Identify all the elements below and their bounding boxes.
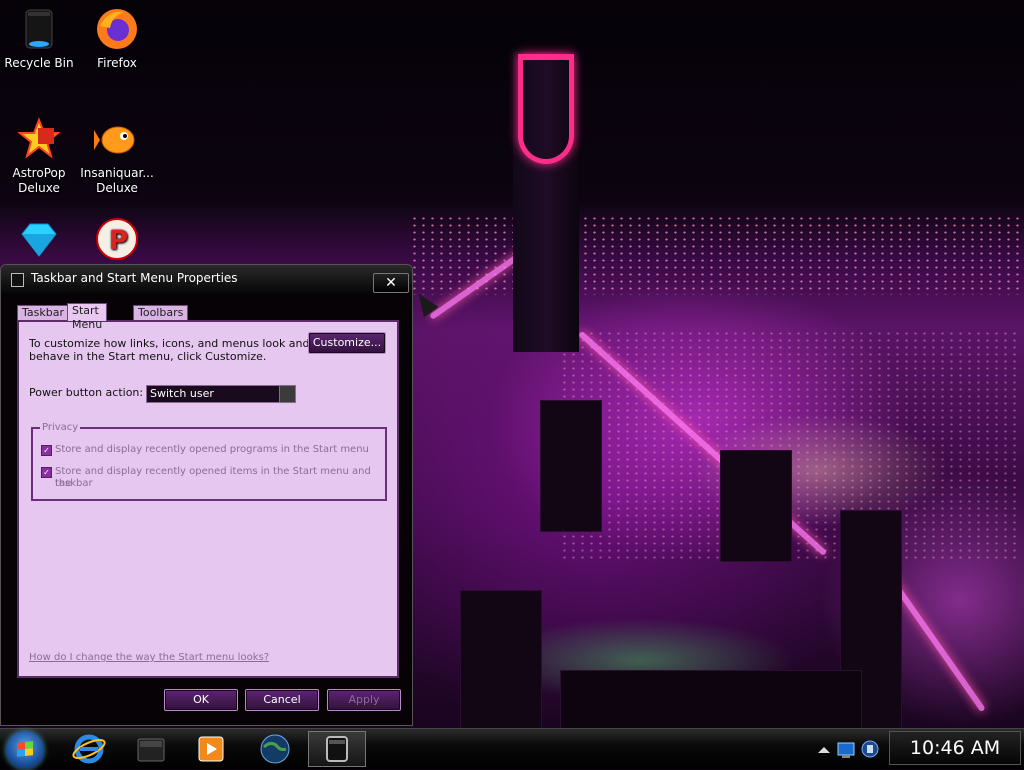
system-tray xyxy=(812,733,886,765)
building xyxy=(720,450,792,562)
desktop-icon-label: AstroPop xyxy=(12,166,66,180)
city-lights xyxy=(410,215,1024,295)
network-icon[interactable] xyxy=(837,742,855,758)
taskbar-globe[interactable] xyxy=(250,731,300,767)
items-checkbox[interactable]: ✓ xyxy=(41,467,52,478)
taskbar-internet-explorer[interactable] xyxy=(64,731,114,767)
desktop-icon-recycle-bin[interactable]: Recycle Bin xyxy=(1,6,77,71)
desktop-icon-astropop[interactable]: AstroPop Deluxe xyxy=(1,116,77,196)
intro-text-line2: behave in the Start menu, click Customiz… xyxy=(29,350,267,363)
chevron-down-icon[interactable] xyxy=(279,386,295,402)
privacy-legend: Privacy xyxy=(40,422,81,433)
taskbar-properties-dialog: Taskbar and Start Menu Properties ✕ Task… xyxy=(0,264,413,726)
taskbar-properties-window[interactable] xyxy=(308,731,366,767)
volume-icon[interactable] xyxy=(861,740,879,758)
close-button[interactable]: ✕ xyxy=(373,273,409,293)
desktop-icon-insaniquarium[interactable]: Insaniquar... Deluxe xyxy=(79,116,155,196)
desktop-icon-label: Firefox xyxy=(97,56,137,70)
taskbar-media-player[interactable] xyxy=(186,731,236,767)
window-icon xyxy=(326,736,348,762)
help-link[interactable]: How do I change the way the Start menu l… xyxy=(29,652,269,663)
desktop-icon-label: Deluxe xyxy=(18,181,60,195)
peggle-icon: P xyxy=(94,216,140,262)
dialog-titlebar[interactable]: Taskbar and Start Menu Properties ✕ xyxy=(1,265,412,293)
tab-toolbars[interactable]: Toolbars xyxy=(133,305,189,320)
building xyxy=(560,670,862,728)
svg-text:P: P xyxy=(109,226,128,256)
dialog-title: Taskbar and Start Menu Properties xyxy=(31,271,238,285)
apply-button: Apply xyxy=(327,689,401,711)
ok-button[interactable]: OK xyxy=(164,689,238,711)
power-button-select[interactable]: Switch user xyxy=(146,385,296,403)
media-player-icon xyxy=(198,736,224,762)
start-menu-panel: To customize how links, icons, and menus… xyxy=(17,320,399,678)
recycle-bin-icon xyxy=(16,6,62,52)
building xyxy=(540,400,602,532)
intro-text-line1: To customize how links, icons, and menus… xyxy=(29,337,310,350)
items-checkbox-label-line1: Store and display recently opened items … xyxy=(55,466,371,489)
astropop-icon xyxy=(16,116,62,162)
tab-taskbar[interactable]: Taskbar xyxy=(17,305,69,320)
chevron-up-icon[interactable] xyxy=(818,747,830,753)
programs-checkbox-label: Store and display recently opened progra… xyxy=(55,444,369,455)
power-button-value: Switch user xyxy=(150,387,214,400)
desktop-icon-label: Deluxe xyxy=(96,181,138,195)
desktop-icon-firefox[interactable]: Firefox xyxy=(79,6,155,71)
insaniquarium-icon xyxy=(94,116,140,162)
programs-checkbox[interactable]: ✓ xyxy=(41,445,52,456)
cancel-button[interactable]: Cancel xyxy=(245,689,319,711)
internet-explorer-icon xyxy=(72,734,106,764)
customize-button[interactable]: Customize... xyxy=(308,332,386,354)
power-button-label: Power button action: xyxy=(29,386,144,399)
taskbar-library[interactable] xyxy=(126,731,176,767)
firefox-icon xyxy=(94,6,140,52)
taskbar: 10:46 AM xyxy=(0,728,1024,769)
start-button[interactable] xyxy=(6,731,44,769)
tower-arch xyxy=(518,54,574,164)
desktop-icon-label: Insaniquar... xyxy=(80,166,154,180)
tab-start-menu[interactable]: Start Menu xyxy=(67,303,108,331)
bejeweled-icon xyxy=(16,216,62,262)
items-checkbox-label-line2: taskbar xyxy=(55,478,93,489)
desktop-icon-bejeweled[interactable] xyxy=(1,216,77,266)
library-icon xyxy=(137,738,165,762)
privacy-group: Privacy ✓ Store and display recently ope… xyxy=(31,422,387,501)
windows-start-icon xyxy=(17,741,33,757)
desktop-icon-label: Recycle Bin xyxy=(4,56,74,70)
clock[interactable]: 10:46 AM xyxy=(889,731,1021,765)
desktop-icon-peggle[interactable]: P xyxy=(79,216,155,266)
window-icon xyxy=(11,273,24,287)
building xyxy=(460,590,542,728)
globe-icon xyxy=(260,734,290,764)
